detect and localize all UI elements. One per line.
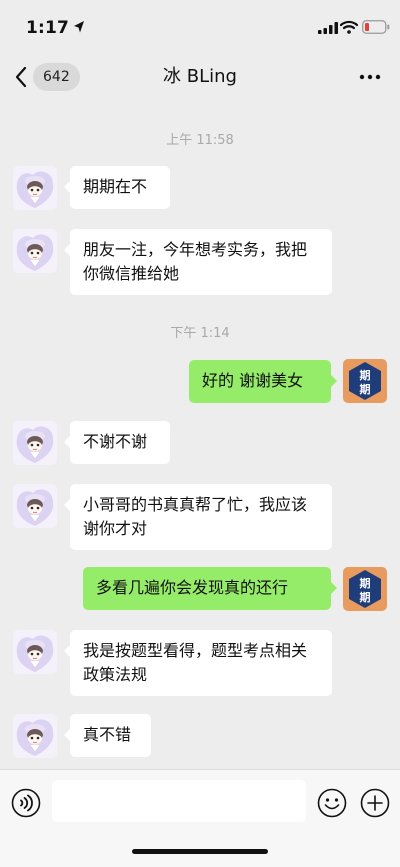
unread-count-badge[interactable]: 642: [33, 63, 80, 91]
incoming-message[interactable]: 小哥哥的书真真帮了忙，我应该谢你才对: [64, 484, 332, 550]
self-avatar[interactable]: 期 期: [343, 567, 387, 611]
friend-avatar[interactable]: [13, 166, 57, 210]
message-timestamp: 上午 11:58: [166, 133, 234, 148]
self-avatar[interactable]: 期 期: [343, 359, 387, 403]
friend-avatar[interactable]: [13, 714, 57, 758]
incoming-message[interactable]: 我是按题型看得，题型考点相关政策法规: [64, 630, 332, 696]
friend-avatar[interactable]: [13, 229, 57, 273]
plus-icon[interactable]: [360, 788, 390, 818]
status-bar: 1:17: [0, 0, 400, 54]
incoming-message[interactable]: 朋友一注，今年想考实务，我把你微信推给她: [64, 229, 332, 295]
svg-text:期: 期: [360, 590, 371, 604]
incoming-message[interactable]: 不谢不谢: [64, 421, 170, 464]
message-timestamp: 下午 1:14: [170, 326, 230, 341]
battery-low-icon: [362, 20, 390, 34]
home-indicator: [132, 849, 268, 854]
emoji-icon[interactable]: [317, 788, 347, 818]
wifi-icon: [340, 20, 358, 34]
svg-text:期: 期: [360, 576, 371, 590]
chat-header: 642 冰 BLing: [0, 54, 400, 100]
incoming-message[interactable]: 真不错: [64, 714, 151, 757]
incoming-message[interactable]: 期期在不: [64, 166, 170, 209]
chat-title: 冰 BLing: [163, 66, 237, 87]
message-input[interactable]: [52, 780, 306, 822]
voice-icon[interactable]: [11, 788, 41, 818]
friend-avatar[interactable]: [13, 630, 57, 674]
status-time: 1:17: [26, 18, 70, 38]
friend-avatar[interactable]: [13, 421, 57, 465]
signal-icon: [318, 22, 338, 34]
outgoing-message[interactable]: 多看几遍你会发现真的还行: [83, 567, 337, 610]
svg-text:期: 期: [360, 382, 371, 396]
svg-text:期: 期: [360, 368, 371, 382]
more-icon[interactable]: [358, 68, 382, 86]
location-arrow-icon: [74, 21, 84, 33]
back-icon[interactable]: [14, 66, 28, 88]
friend-avatar[interactable]: [13, 484, 57, 528]
outgoing-message[interactable]: 好的 谢谢美女: [189, 360, 337, 403]
